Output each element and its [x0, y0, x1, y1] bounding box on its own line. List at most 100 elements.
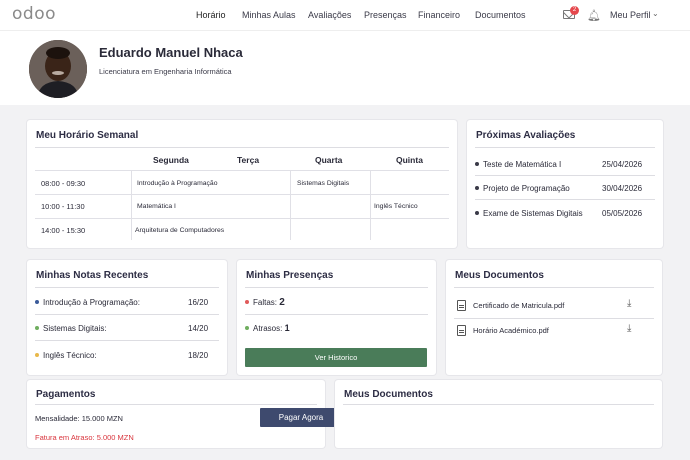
- time-slot: 08:00 - 09:30: [41, 179, 86, 188]
- grid-line: [131, 170, 132, 240]
- bullet-icon: [35, 299, 39, 304]
- divider: [35, 287, 219, 288]
- nav-avaliacoes[interactable]: Avaliações: [308, 10, 351, 20]
- day-header: Terça: [237, 155, 260, 165]
- divider: [454, 287, 654, 288]
- evaluation-item: Exame de Sistemas Digitais: [475, 209, 583, 218]
- bullet-icon: [475, 210, 479, 215]
- bullet-icon: [245, 325, 249, 330]
- payments-title: Pagamentos: [36, 389, 96, 400]
- divider: [475, 199, 655, 200]
- divider: [245, 287, 428, 288]
- pdf-file-icon: [457, 325, 466, 336]
- grade-item: Sistemas Digitais:: [35, 324, 107, 333]
- profile-menu[interactable]: Meu Perfil: [610, 10, 651, 20]
- student-course: Licenciatura em Engenharia Informática: [99, 67, 232, 76]
- documents-card: Meus Documentos Certificado de Matricula…: [446, 260, 662, 375]
- documents-card-2: Meus Documentos: [335, 380, 662, 448]
- grade-value: 18/20: [188, 351, 209, 360]
- bullet-icon: [245, 299, 249, 304]
- evaluation-item: Projeto de Programação: [475, 184, 570, 193]
- nav-presencas[interactable]: Presenças: [364, 10, 407, 20]
- schedule-cell: Matemática I: [137, 203, 176, 210]
- divider: [245, 314, 428, 315]
- bullet-icon: [35, 352, 39, 357]
- grid-line: [35, 218, 449, 219]
- document-name[interactable]: Horário Académico.pdf: [473, 326, 549, 335]
- view-history-button[interactable]: Ver Historico: [245, 348, 427, 367]
- grade-subject: Sistemas Digitais:: [43, 324, 107, 333]
- nav-minhas-aulas[interactable]: Minhas Aulas: [242, 10, 296, 20]
- evaluation-name: Teste de Matemática I: [483, 160, 562, 169]
- bullet-icon: [475, 161, 479, 166]
- evaluations-title: Próximas Avaliações: [476, 130, 576, 141]
- divider: [343, 404, 654, 405]
- nav-documentos[interactable]: Documentos: [475, 10, 526, 20]
- grade-value: 14/20: [188, 324, 209, 333]
- attendance-card: Minhas Presenças Faltas: 2 Atrasos: 1 Ve…: [237, 260, 436, 375]
- divider: [475, 175, 655, 176]
- divider: [35, 340, 219, 341]
- day-header: Quarta: [315, 155, 343, 165]
- download-icon[interactable]: ⤓: [627, 298, 631, 309]
- day-header: Segunda: [153, 155, 189, 165]
- absences-row: Faltas: 2: [245, 297, 285, 308]
- grid-line: [370, 170, 371, 240]
- absences-value: 2: [279, 297, 285, 308]
- divider: [35, 314, 219, 315]
- time-slot: 10:00 - 11:30: [41, 202, 85, 211]
- lates-value: 1: [284, 323, 290, 333]
- day-header: Quinta: [396, 155, 423, 165]
- grades-title: Minhas Notas Recentes: [36, 270, 149, 281]
- schedule-card: Meu Horário Semanal Segunda Terça Quarta…: [27, 120, 457, 248]
- grades-card: Minhas Notas Recentes Introdução à Progr…: [27, 260, 227, 375]
- chevron-down-icon[interactable]: ⌄: [652, 9, 659, 18]
- evaluation-name: Exame de Sistemas Digitais: [483, 209, 583, 218]
- document-name[interactable]: Certificado de Matricula.pdf: [473, 301, 564, 310]
- lates-row: Atrasos: 1: [245, 323, 290, 333]
- documents-title: Meus Documentos: [455, 270, 544, 281]
- divider: [35, 147, 449, 148]
- bullet-icon: [475, 185, 479, 190]
- grade-value: 16/20: [188, 298, 209, 307]
- evaluation-date: 05/05/2026: [602, 209, 643, 218]
- absences-label: Faltas:: [253, 298, 278, 307]
- monthly-fee: Mensalidade: 15.000 MZN: [35, 414, 123, 423]
- attendance-title: Minhas Presenças: [246, 270, 334, 281]
- divider: [475, 147, 655, 148]
- schedule-cell: Sistemas Digitais: [297, 180, 350, 187]
- divider: [35, 404, 317, 405]
- pay-now-button[interactable]: Pagar Agora: [260, 408, 342, 427]
- schedule-title: Meu Horário Semanal: [36, 130, 139, 141]
- download-icon[interactable]: ⤓: [627, 323, 631, 334]
- time-slot: 14:00 - 15:30: [41, 226, 86, 235]
- odoo-logo[interactable]: odoo: [12, 4, 56, 24]
- grid-line: [35, 170, 449, 171]
- notification-badge: 2: [570, 6, 579, 15]
- avatar: [29, 40, 87, 98]
- top-navbar: odoo Horário Minhas Aulas Avaliações Pre…: [0, 0, 690, 30]
- nav-horario[interactable]: Horário: [196, 10, 226, 20]
- grade-item: Introdução à Programação:: [35, 298, 140, 307]
- evaluations-card: Próximas Avaliações Teste de Matemática …: [467, 120, 663, 248]
- schedule-cell: Arquitetura de Computadores: [135, 227, 225, 234]
- grid-line: [290, 170, 291, 240]
- payments-card: Pagamentos Mensalidade: 15.000 MZN Fatur…: [27, 380, 342, 448]
- evaluation-name: Projeto de Programação: [483, 184, 570, 193]
- schedule-cell: Introdução à Programação: [137, 180, 218, 187]
- bell-icon[interactable]: 🔔︎: [587, 9, 601, 22]
- lates-label: Atrasos:: [253, 324, 283, 333]
- evaluation-date: 30/04/2026: [602, 184, 643, 193]
- pdf-file-icon: [457, 300, 466, 311]
- grade-subject: Introdução à Programação:: [43, 298, 140, 307]
- nav-financeiro[interactable]: Financeiro: [418, 10, 460, 20]
- grade-subject: Inglês Técnico:: [43, 351, 97, 360]
- evaluation-item: Teste de Matemática I: [475, 160, 561, 169]
- grid-line: [35, 194, 449, 195]
- schedule-cell: Inglês Técnico: [374, 203, 418, 210]
- documents2-title: Meus Documentos: [344, 389, 433, 400]
- bullet-icon: [35, 325, 39, 330]
- grade-item: Inglês Técnico:: [35, 351, 97, 360]
- evaluation-date: 25/04/2026: [602, 160, 643, 169]
- divider: [454, 318, 654, 319]
